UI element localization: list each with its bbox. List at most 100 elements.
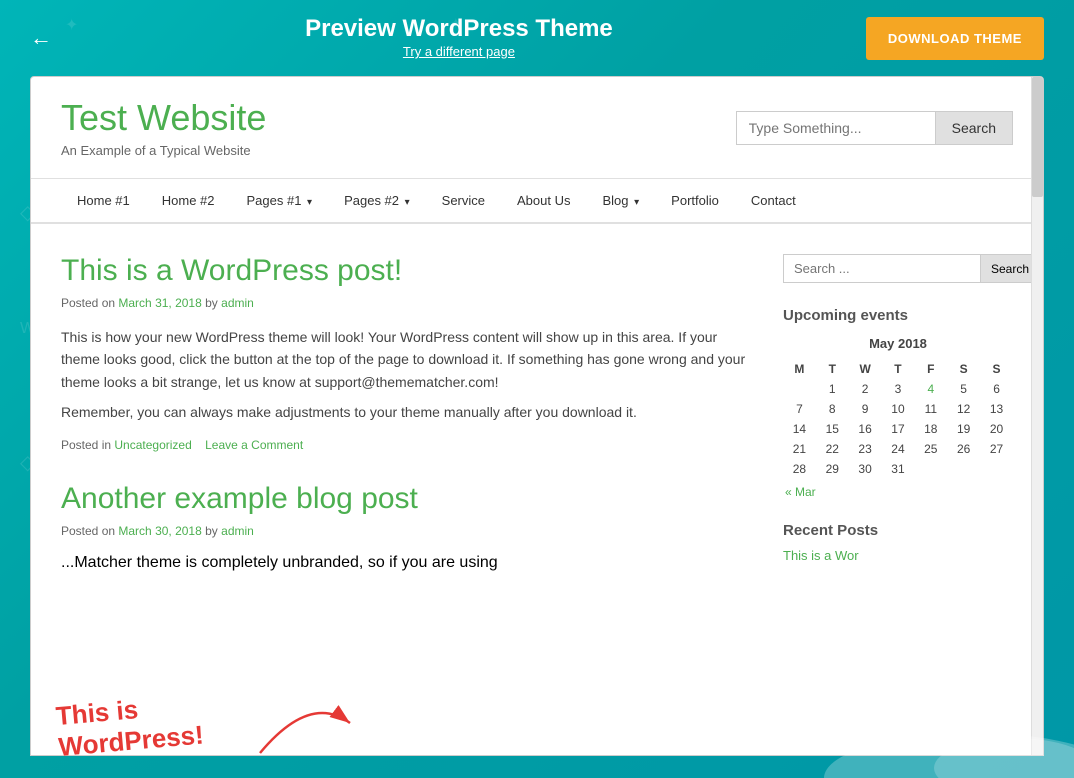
post-1-title[interactable]: This is a WordPress post! — [61, 254, 753, 288]
site-title-area: Test Website An Example of a Typical Web… — [61, 97, 266, 158]
nav-item-portfolio: Portfolio — [655, 179, 735, 222]
cal-nav-row: « Mar — [783, 479, 1013, 502]
nav-link-pages1[interactable]: Pages #1 ▾ — [231, 179, 329, 222]
scrollbar-thumb[interactable] — [1032, 77, 1043, 197]
nav-link-home1[interactable]: Home #1 — [61, 179, 146, 222]
scrollbar[interactable] — [1031, 77, 1043, 755]
cal-day-29: 29 — [816, 459, 849, 479]
cal-week-2: 7 8 9 10 11 12 13 — [783, 399, 1013, 419]
nav-item-pages1: Pages #1 ▾ — [231, 179, 329, 222]
cal-day-14: 14 — [783, 419, 816, 439]
post-1-content-para2: Remember, you can always make adjustment… — [61, 401, 753, 423]
cal-th-m: M — [783, 359, 816, 379]
header-search-input[interactable] — [736, 111, 936, 145]
post-1-by-label: by — [205, 296, 221, 310]
post-1-leave-comment[interactable]: Leave a Comment — [205, 438, 303, 452]
header-search-button[interactable]: Search — [936, 111, 1013, 145]
calendar-table: M T W T F S S 1 2 — [783, 359, 1013, 502]
calendar-month-year: May 2018 — [783, 336, 1013, 351]
cal-day-21: 21 — [783, 439, 816, 459]
cal-day-31: 31 — [882, 459, 915, 479]
post-2-date[interactable]: March 30, 2018 — [118, 524, 201, 538]
cal-day-23: 23 — [849, 439, 882, 459]
sidebar-search-input[interactable] — [783, 254, 981, 283]
cal-day-27: 27 — [980, 439, 1013, 459]
cal-day-7: 7 — [783, 399, 816, 419]
nav-item-contact: Contact — [735, 179, 812, 222]
blog-post-2: Another example blog post Posted on Marc… — [61, 482, 753, 609]
cal-empty-2 — [914, 459, 947, 479]
nav-link-contact[interactable]: Contact — [735, 179, 812, 222]
cal-day-16: 16 — [849, 419, 882, 439]
cal-week-1: 1 2 3 4 5 6 — [783, 379, 1013, 399]
calendar-body: 1 2 3 4 5 6 7 8 9 10 11 — [783, 379, 1013, 502]
cal-day-4[interactable]: 4 — [914, 379, 947, 399]
cal-day-3: 3 — [882, 379, 915, 399]
cal-day-11: 11 — [914, 399, 947, 419]
cal-day-18: 18 — [914, 419, 947, 439]
post-1-date[interactable]: March 31, 2018 — [118, 296, 201, 310]
cal-day-5: 5 — [947, 379, 980, 399]
cal-day-22: 22 — [816, 439, 849, 459]
header-search-area: Search — [736, 111, 1013, 145]
cal-day-19: 19 — [947, 419, 980, 439]
post-1-meta: Posted on March 31, 2018 by admin — [61, 296, 753, 310]
nav-link-blog[interactable]: Blog ▾ — [587, 179, 656, 222]
nav-item-service: Service — [426, 179, 501, 222]
post-2-content-text: ...Matcher theme is completely unbranded… — [61, 554, 753, 572]
post-2-fade — [61, 579, 753, 609]
cal-day-30: 30 — [849, 459, 882, 479]
blog-post-1: This is a WordPress post! Posted on Marc… — [61, 254, 753, 452]
cal-th-f: F — [914, 359, 947, 379]
sidebar-search-area: Search — [783, 254, 1013, 283]
cal-day-17: 17 — [882, 419, 915, 439]
nav-item-home2: Home #2 — [146, 179, 231, 222]
nav-link-portfolio[interactable]: Portfolio — [655, 179, 735, 222]
cal-week-5: 28 29 30 31 — [783, 459, 1013, 479]
site-title: Test Website — [61, 97, 266, 139]
cal-nav-cell: « Mar — [783, 479, 1013, 502]
cal-day-1: 1 — [816, 379, 849, 399]
post-1-content: This is how your new WordPress theme wil… — [61, 326, 753, 424]
back-button[interactable]: ← — [30, 25, 52, 51]
cal-day-25: 25 — [914, 439, 947, 459]
cal-day-empty-1 — [783, 379, 816, 399]
nav-item-pages2: Pages #2 ▾ — [328, 179, 426, 222]
cal-day-10: 10 — [882, 399, 915, 419]
cal-th-t1: T — [816, 359, 849, 379]
post-1-content-para1: This is how your new WordPress theme wil… — [61, 326, 753, 393]
try-different-page-link[interactable]: Try a different page — [403, 44, 515, 59]
post-1-author[interactable]: admin — [221, 296, 254, 310]
blog-arrow-icon: ▾ — [634, 197, 639, 208]
download-theme-button[interactable]: DOWNLOAD THEME — [866, 17, 1044, 60]
cal-day-13: 13 — [980, 399, 1013, 419]
nav-link-about[interactable]: About Us — [501, 179, 586, 222]
nav-item-about: About Us — [501, 179, 586, 222]
nav-link-service[interactable]: Service — [426, 179, 501, 222]
top-bar: ← Preview WordPress Theme Try a differen… — [0, 0, 1074, 76]
post-2-title[interactable]: Another example blog post — [61, 482, 753, 516]
nav-link-pages2[interactable]: Pages #2 ▾ — [328, 179, 426, 222]
recent-posts-title: Recent Posts — [783, 522, 1013, 539]
cal-prev-link[interactable]: « Mar — [785, 485, 816, 499]
calendar: May 2018 M T W T F S S — [783, 336, 1013, 502]
nav-list: Home #1 Home #2 Pages #1 ▾ Pages #2 ▾ Se… — [61, 179, 1013, 222]
nav-link-home2[interactable]: Home #2 — [146, 179, 231, 222]
cal-th-s2: S — [980, 359, 1013, 379]
site-title-colored: Website — [137, 97, 266, 138]
cal-day-9: 9 — [849, 399, 882, 419]
recent-post-item-1: This is a Wor — [783, 547, 1013, 565]
recent-post-link-1[interactable]: This is a Wor — [783, 548, 859, 563]
cal-th-w: W — [849, 359, 882, 379]
cal-day-20: 20 — [980, 419, 1013, 439]
pages2-arrow-icon: ▾ — [405, 197, 410, 208]
cal-week-4: 21 22 23 24 25 26 27 — [783, 439, 1013, 459]
post-2-author[interactable]: admin — [221, 524, 254, 538]
post-2-content-partial: ...Matcher theme is completely unbranded… — [61, 554, 753, 609]
cal-day-15: 15 — [816, 419, 849, 439]
sidebar: Search Upcoming events May 2018 M T W T … — [783, 254, 1013, 609]
post-1-category[interactable]: Uncategorized — [114, 438, 191, 452]
browser-frame: Test Website An Example of a Typical Web… — [30, 76, 1044, 756]
cal-day-28: 28 — [783, 459, 816, 479]
cal-day-8: 8 — [816, 399, 849, 419]
